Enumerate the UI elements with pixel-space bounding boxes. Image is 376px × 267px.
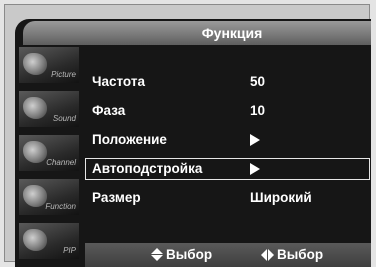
menu-item-label: Частота <box>92 74 145 89</box>
sound-icon <box>23 97 47 119</box>
menu-item-frequency[interactable]: Частота 50 <box>85 71 371 93</box>
menu-item-value: 10 <box>250 103 266 118</box>
page-title: Функция <box>201 25 263 41</box>
hint-label: Выбор <box>166 247 213 262</box>
function-menu: Частота 50 Фаза 10 Положение Автоподстро… <box>85 71 371 216</box>
picture-icon <box>23 53 47 75</box>
menu-item-position[interactable]: Положение <box>85 129 371 151</box>
menu-item-auto-adjust[interactable]: Автоподстройка <box>85 158 370 180</box>
menu-item-value <box>250 132 260 149</box>
sidebar-item-channel[interactable]: Channel <box>19 135 79 171</box>
menu-item-label: Положение <box>92 132 167 147</box>
menu-item-value <box>250 161 260 178</box>
menu-item-label: Размер <box>92 190 141 205</box>
hint-label: Выбор <box>277 247 324 262</box>
menu-item-label: Автоподстройка <box>92 161 203 176</box>
sidebar: Picture Sound Channel Function PIP <box>19 47 85 265</box>
right-arrow-icon <box>250 163 260 175</box>
menu-item-phase[interactable]: Фаза 10 <box>85 100 371 122</box>
hint-select-horizontal: Выбор <box>261 247 323 262</box>
function-icon <box>23 185 47 207</box>
up-down-arrows-icon <box>151 248 163 261</box>
right-arrow-icon <box>250 134 260 146</box>
osd-screen: Функция Picture Sound Channel Function P… <box>15 19 371 267</box>
menu-item-size[interactable]: Размер Широкий <box>85 187 371 209</box>
sidebar-item-label: Picture <box>51 70 76 79</box>
menu-title-bar: Функция <box>23 21 371 45</box>
menu-item-value: 50 <box>250 74 266 89</box>
sidebar-item-pip[interactable]: PIP <box>19 223 79 259</box>
footer-hint-bar: Выбор Выбор <box>85 243 371 267</box>
channel-icon <box>23 141 47 163</box>
sidebar-item-label: Function <box>45 202 76 211</box>
left-right-arrows-icon <box>261 248 274 261</box>
hint-select-vertical: Выбор <box>151 247 212 262</box>
osd-frame: Функция Picture Sound Channel Function P… <box>4 4 371 267</box>
menu-item-value: Широкий <box>250 190 312 205</box>
menu-item-label: Фаза <box>92 103 126 118</box>
sidebar-item-label: Channel <box>46 158 76 167</box>
sidebar-item-picture[interactable]: Picture <box>19 47 79 83</box>
pip-icon <box>23 229 47 251</box>
sidebar-item-function[interactable]: Function <box>19 179 79 215</box>
sidebar-item-sound[interactable]: Sound <box>19 91 79 127</box>
sidebar-item-label: Sound <box>52 114 76 123</box>
sidebar-item-label: PIP <box>63 246 76 255</box>
